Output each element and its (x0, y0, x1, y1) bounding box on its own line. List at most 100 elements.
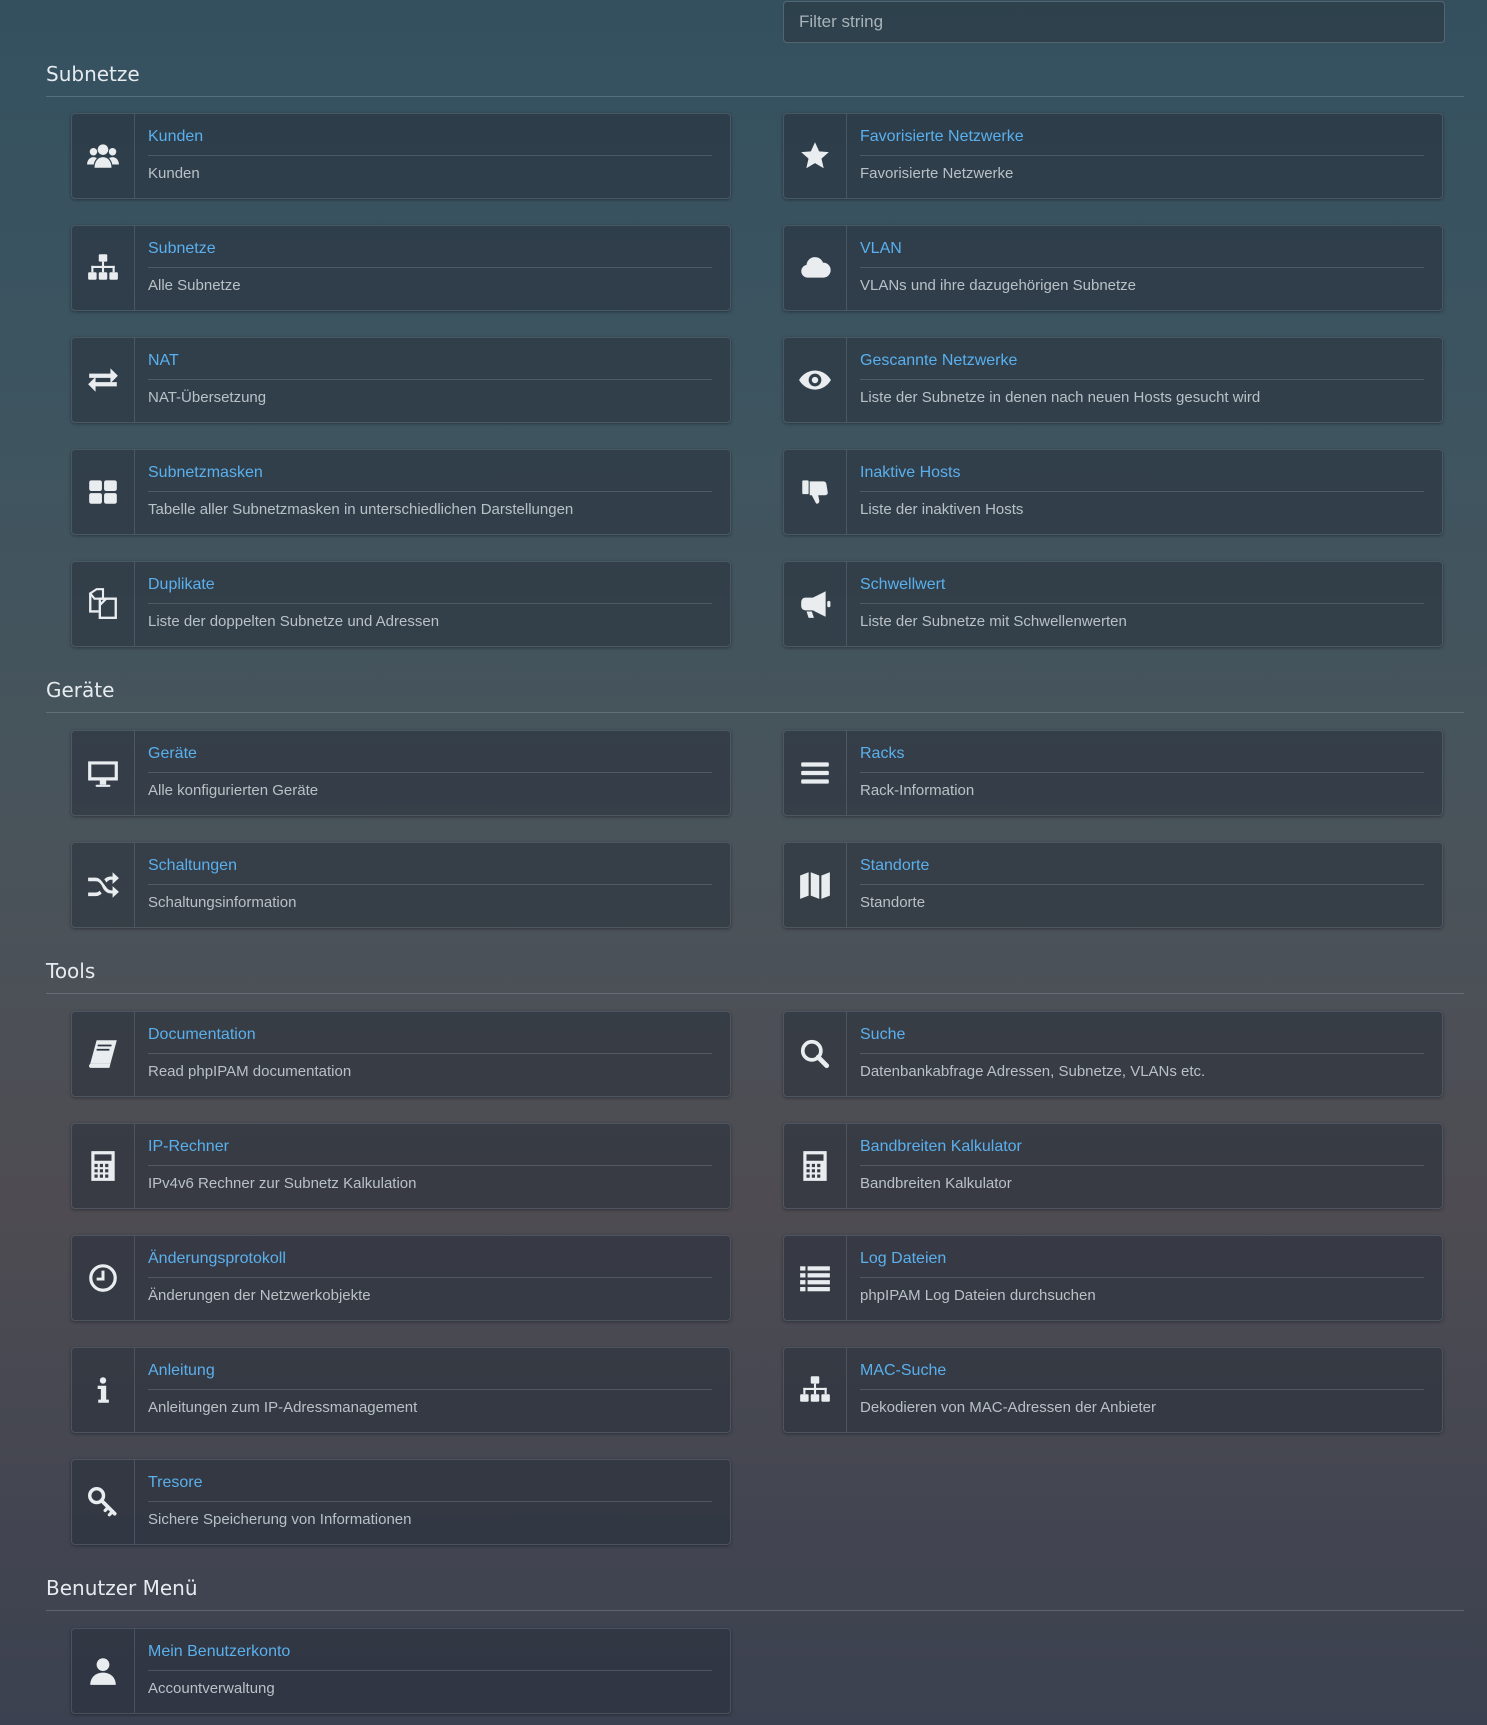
card-title[interactable]: Mein Benutzerkonto (148, 1643, 712, 1671)
card-description: Liste der Subnetze mit Schwellenwerten (860, 613, 1127, 630)
card-vlan[interactable]: VLAN VLANs und ihre dazugehörigen Subnetz… (783, 225, 1443, 311)
card-description: Datenbankabfrage Adressen, Subnetze, VLA… (860, 1063, 1206, 1080)
card-description: NAT-Übersetzung (148, 389, 267, 406)
card-title[interactable]: Schwellwert (860, 576, 1424, 604)
card-title[interactable]: Documentation (148, 1026, 712, 1054)
card-title[interactable]: NAT (148, 352, 712, 380)
exchange-icon (72, 338, 135, 422)
calculator-icon (72, 1124, 135, 1208)
card-description: Tabelle aller Subnetzmasken in unterschi… (148, 501, 574, 518)
card-title[interactable]: Bandbreiten Kalkulator (860, 1138, 1424, 1166)
book-icon (72, 1012, 135, 1096)
eye-icon (784, 338, 847, 422)
card-description: Schaltungsinformation (148, 894, 297, 911)
map-icon (784, 843, 847, 927)
calculator-icon (784, 1124, 847, 1208)
card-geraete[interactable]: Geräte Alle konfigurierten Geräte (71, 730, 731, 816)
card-description: Änderungen der Netzwerkobjekte (148, 1287, 371, 1304)
search-icon (784, 1012, 847, 1096)
card-title[interactable]: IP-Rechner (148, 1138, 712, 1166)
card-description: Read phpIPAM documentation (148, 1063, 352, 1080)
card-log-dateien[interactable]: Log Dateien phpIPAM Log Dateien durchsuch… (783, 1235, 1443, 1321)
card-subnetze[interactable]: Subnetze Alle Subnetze (71, 225, 731, 311)
user-icon (72, 1629, 135, 1713)
card-title[interactable]: Subnetzmasken (148, 464, 712, 492)
card-title[interactable]: MAC-Suche (860, 1362, 1424, 1390)
cloud-icon (784, 226, 847, 310)
card-description: Alle Subnetze (148, 277, 241, 294)
card-title[interactable]: Racks (860, 745, 1424, 773)
card-description: IPv4v6 Rechner zur Subnetz Kalkulation (148, 1175, 417, 1192)
section-title-benutzer-menue: Benutzer Menü (46, 1576, 1464, 1611)
card-inaktive-hosts[interactable]: Inaktive Hosts Liste der inaktiven Hosts (783, 449, 1443, 535)
sitemap-icon (784, 1348, 847, 1432)
card-title[interactable]: Duplikate (148, 576, 712, 604)
card-mein-benutzerkonto[interactable]: Mein Benutzerkonto Accountverwaltung (71, 1628, 731, 1714)
desktop-icon (72, 731, 135, 815)
section-title-geraete: Geräte (46, 678, 1464, 713)
card-schwellwert[interactable]: Schwellwert Liste der Subnetze mit Schwel… (783, 561, 1443, 647)
info-icon (72, 1348, 135, 1432)
thumbs-down-icon (784, 450, 847, 534)
card-title[interactable]: Gescannte Netzwerke (860, 352, 1424, 380)
card-description: Alle konfigurierten Geräte (148, 782, 319, 799)
card-description: Favorisierte Netzwerke (860, 165, 1014, 182)
section-title-tools: Tools (46, 959, 1464, 994)
card-title[interactable]: VLAN (860, 240, 1424, 268)
card-anleitung[interactable]: Anleitung Anleitungen zum IP-Adressmanage… (71, 1347, 731, 1433)
bars-icon (784, 731, 847, 815)
card-nat[interactable]: NAT NAT-Übersetzung (71, 337, 731, 423)
card-title[interactable]: Geräte (148, 745, 712, 773)
card-suche[interactable]: Suche Datenbankabfrage Adressen, Subnetze… (783, 1011, 1443, 1097)
card-description: Sichere Speicherung von Informationen (148, 1511, 412, 1528)
sitemap-icon (72, 226, 135, 310)
card-tresore[interactable]: Tresore Sichere Speicherung von Informati… (71, 1459, 731, 1545)
card-description: Dekodieren von MAC-Adressen der Anbieter (860, 1399, 1156, 1416)
card-bandbreiten-kalkulator[interactable]: Bandbreiten Kalkulator Bandbreiten Kalkul… (783, 1123, 1443, 1209)
card-standorte[interactable]: Standorte Standorte (783, 842, 1443, 928)
card-title[interactable]: Favorisierte Netzwerke (860, 128, 1424, 156)
card-description: Liste der inaktiven Hosts (860, 501, 1024, 518)
card-title[interactable]: Subnetze (148, 240, 712, 268)
card-title[interactable]: Suche (860, 1026, 1424, 1054)
list-icon (784, 1236, 847, 1320)
card-description: Standorte (860, 894, 926, 911)
key-icon (72, 1460, 135, 1544)
card-favorisierte-netzwerke[interactable]: Favorisierte Netzwerke Favorisierte Netzw… (783, 113, 1443, 199)
card-title[interactable]: Anleitung (148, 1362, 712, 1390)
card-aenderungsprotokoll[interactable]: Änderungsprotokoll Änderungen der Netzwer… (71, 1235, 731, 1321)
card-title[interactable]: Log Dateien (860, 1250, 1424, 1278)
star-icon (784, 114, 847, 198)
filter-input[interactable] (783, 1, 1445, 43)
card-duplikate[interactable]: Duplikate Liste der doppelten Subnetze un… (71, 561, 731, 647)
grid-icon (72, 450, 135, 534)
card-description: Accountverwaltung (148, 1680, 275, 1697)
card-documentation[interactable]: Documentation Read phpIPAM documentation (71, 1011, 731, 1097)
card-gescannte-netzwerke[interactable]: Gescannte Netzwerke Liste der Subnetze in… (783, 337, 1443, 423)
card-mac-suche[interactable]: MAC-Suche Dekodieren von MAC-Adressen der… (783, 1347, 1443, 1433)
card-description: Anleitungen zum IP-Adressmanagement (148, 1399, 418, 1416)
random-icon (72, 843, 135, 927)
card-description: Bandbreiten Kalkulator (860, 1175, 1012, 1192)
card-title[interactable]: Schaltungen (148, 857, 712, 885)
card-title[interactable]: Änderungsprotokoll (148, 1250, 712, 1278)
section-title-subnetze: Subnetze (46, 62, 1464, 97)
card-title[interactable]: Standorte (860, 857, 1424, 885)
card-title[interactable]: Tresore (148, 1474, 712, 1502)
card-description: Kunden (148, 165, 200, 182)
users-icon (72, 114, 135, 198)
card-schaltungen[interactable]: Schaltungen Schaltungsinformation (71, 842, 731, 928)
card-ip-rechner[interactable]: IP-Rechner IPv4v6 Rechner zur Subnetz Kal… (71, 1123, 731, 1209)
card-kunden[interactable]: Kunden Kunden (71, 113, 731, 199)
card-description: Liste der Subnetze in denen nach neuen H… (860, 389, 1261, 406)
card-racks[interactable]: Racks Rack-Information (783, 730, 1443, 816)
bullhorn-icon (784, 562, 847, 646)
card-description: Rack-Information (860, 782, 975, 799)
card-subnetzmasken[interactable]: Subnetzmasken Tabelle aller Subnetzmasken… (71, 449, 731, 535)
card-title[interactable]: Kunden (148, 128, 712, 156)
card-title[interactable]: Inaktive Hosts (860, 464, 1424, 492)
card-description: phpIPAM Log Dateien durchsuchen (860, 1287, 1096, 1304)
card-description: Liste der doppelten Subnetze und Adresse… (148, 613, 440, 630)
card-description: VLANs und ihre dazugehörigen Subnetze (860, 277, 1137, 294)
clock-icon (72, 1236, 135, 1320)
